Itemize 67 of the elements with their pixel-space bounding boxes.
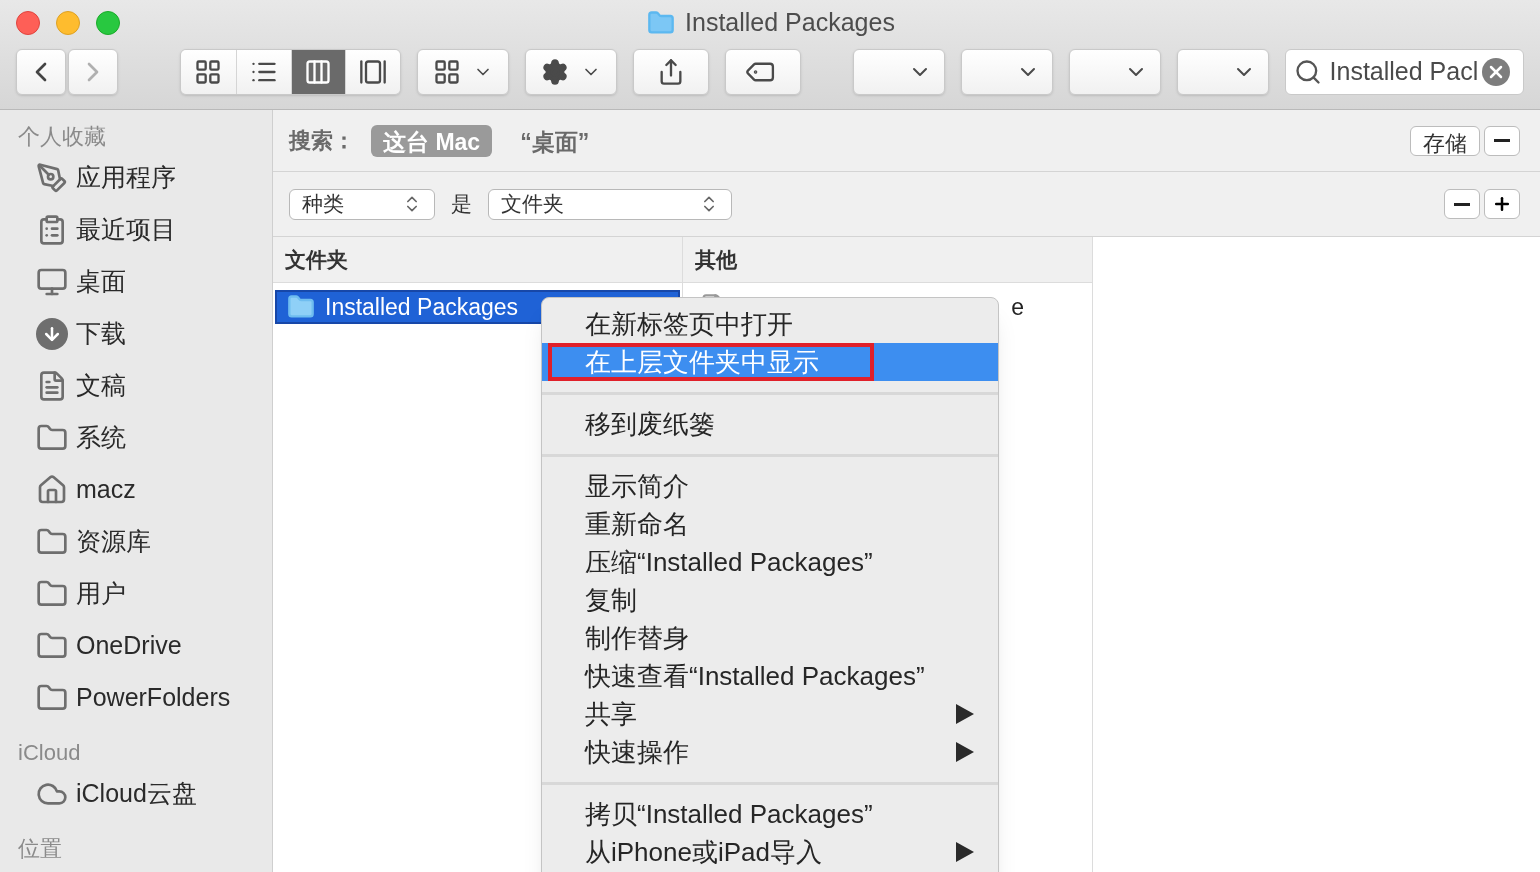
menu-item[interactable]: 从iPhone或iPad导入 [542,833,998,871]
view-mode-button[interactable] [290,50,346,94]
sidebar-item[interactable]: 用户 [18,568,272,620]
search-text: Installed Pacl [1329,56,1479,88]
share-button[interactable] [632,49,709,95]
menu-item[interactable]: 重新命名 [542,505,998,543]
menu-item[interactable]: 快速操作 [542,733,998,771]
menu-item[interactable]: 显示简介 [542,467,998,505]
action-button[interactable] [525,49,617,95]
grid-icon [433,58,462,86]
sidebar-item[interactable]: macz [18,464,272,516]
monitor-icon [36,266,68,298]
minus-icon [1494,139,1510,142]
submenu-arrow-icon [956,842,974,862]
menu-item[interactable]: 移到废纸篓 [542,405,998,443]
group-button[interactable] [417,49,510,95]
operator-label: 是 [451,191,472,218]
menu-item[interactable]: 共享 [542,695,998,733]
sidebar-item[interactable]: PowerFolders [18,672,272,724]
remove-button[interactable] [1484,125,1520,156]
view-mode-button[interactable] [345,50,401,94]
sidebar-section-title: 个人收藏 [18,123,107,151]
search-scope-label: 搜索： [289,127,355,155]
tag-button[interactable] [724,49,801,95]
menu-item[interactable]: 拷贝“Installed Packages” [542,795,998,833]
sidebar-item[interactable]: 最近项目 [18,204,272,256]
grid-icon [194,58,223,86]
sidebar-item[interactable]: 应用程序 [18,152,272,204]
house-icon [36,474,68,506]
sidebar-item[interactable]: 资源库 [18,516,272,568]
clear-icon[interactable] [1482,58,1511,86]
sidebar-item[interactable]: 桌面 [18,256,272,308]
save-button[interactable]: 存储 [1410,125,1480,156]
remove-criterion-button[interactable] [1444,189,1480,219]
sidebar-item[interactable]: 文稿 [18,360,272,412]
sidebar-item[interactable]: 下载 [18,308,272,360]
menu-item[interactable]: 制作替身 [542,619,998,657]
attribute-select[interactable]: 种类 [289,188,435,220]
column-header: 其他 [683,237,1092,283]
sidebar-section-title: 位置 [18,835,63,863]
submenu-arrow-icon [956,742,974,762]
window-title: Installed Packages [685,7,895,39]
pen-icon [36,162,68,194]
minus-icon [1454,202,1470,206]
columns-icon [304,58,333,86]
menu-item[interactable]: 快速查看“Installed Packages” [542,657,998,695]
sidebar-item[interactable]: iCloud云盘 [18,768,272,820]
menu-item[interactable]: 复制 [542,581,998,619]
value-select[interactable]: 文件夹 [488,188,732,220]
scope-button[interactable]: “桌面” [508,124,602,157]
add-criterion-button[interactable] [1484,189,1520,219]
folder-icon [285,293,317,321]
plus-icon [1492,194,1512,214]
back-button[interactable] [16,49,66,95]
search-icon [1293,58,1322,86]
view-mode-button[interactable] [180,50,236,94]
sidebar-item[interactable]: 系统 [18,412,272,464]
download-icon [36,318,68,350]
search-field[interactable]: Installed Pacl [1284,49,1524,95]
menu-item[interactable]: 压缩“Installed Packages” [542,543,998,581]
submenu-arrow-icon [956,704,974,724]
sidebar-item[interactable]: OneDrive [18,620,272,672]
column-header: 文件夹 [273,237,682,283]
close-button[interactable] [16,11,40,35]
sidebar-section-title: iCloud [18,739,82,767]
gallery-icon [359,58,388,86]
view-mode-button[interactable] [235,50,291,94]
